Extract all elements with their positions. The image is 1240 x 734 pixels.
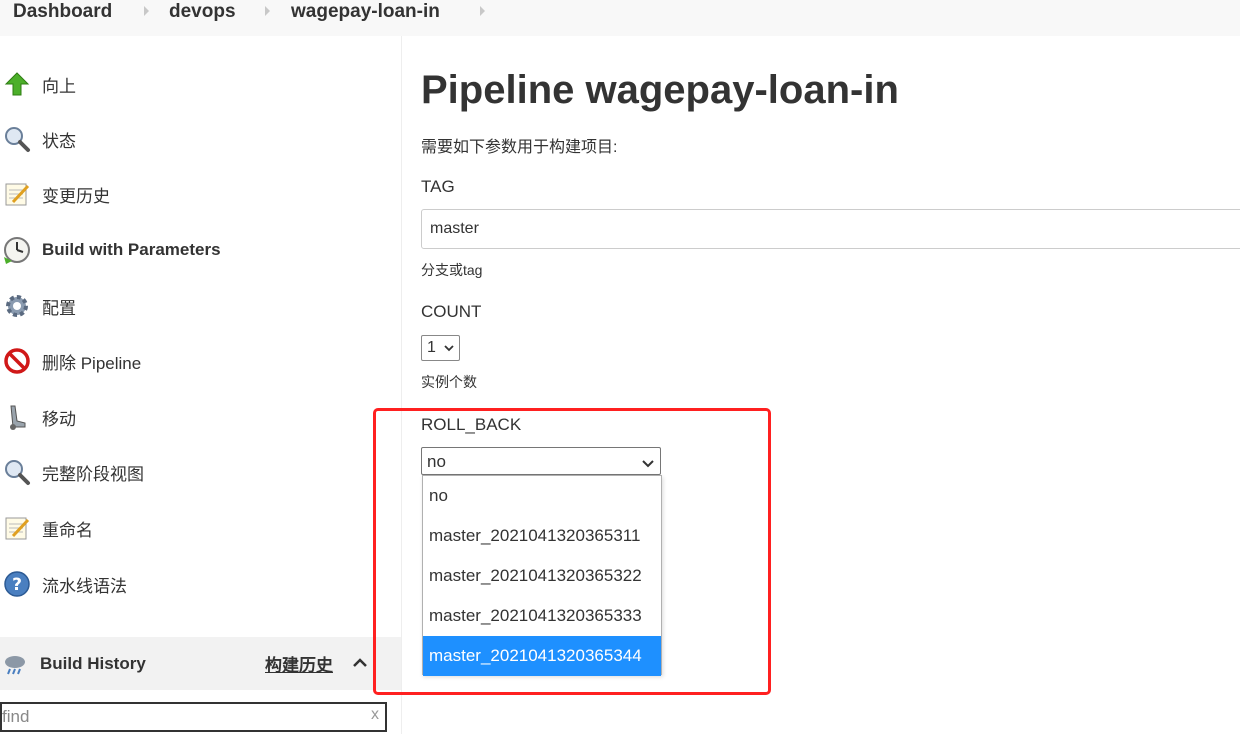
task-label: 重命名: [42, 520, 93, 540]
build-history-link[interactable]: 构建历史: [265, 651, 333, 676]
param-count-name: COUNT: [421, 302, 482, 321]
roll-back-dropdown: no master_2021041320365311 master_202104…: [422, 475, 662, 676]
up-arrow-icon: [2, 69, 32, 99]
task-pipeline-syntax[interactable]: ? 流水线语法: [0, 564, 390, 604]
task-changes[interactable]: 变更历史: [0, 174, 390, 214]
roll-back-select[interactable]: no: [421, 447, 661, 475]
find-field: x: [0, 702, 387, 732]
task-label: 状态: [42, 131, 76, 151]
breadcrumb-separator-icon[interactable]: [265, 6, 273, 16]
magnifier-icon: [2, 457, 32, 487]
task-full-stage-view[interactable]: 完整阶段视图: [0, 452, 390, 492]
clock-icon: [2, 235, 32, 265]
breadcrumb-job[interactable]: wagepay-loan-in: [291, 0, 440, 24]
dropdown-option[interactable]: master_2021041320365311: [423, 516, 661, 556]
dropdown-option[interactable]: master_2021041320365333: [423, 596, 661, 636]
notepad-icon: [2, 513, 32, 543]
build-history-header: Build History 构建历史: [0, 637, 401, 690]
task-label: 删除 Pipeline: [42, 353, 142, 373]
weather-icon: [2, 651, 28, 677]
chevron-down-icon: [641, 455, 655, 468]
task-label: 向上: [42, 76, 76, 96]
no-entry-icon: [2, 346, 32, 376]
roll-back-select-value: no: [427, 452, 446, 471]
help-icon: ?: [2, 569, 32, 599]
task-label: 配置: [42, 298, 76, 318]
task-status[interactable]: 状态: [0, 119, 390, 159]
dropdown-option[interactable]: no: [423, 476, 661, 516]
build-history-title: Build History: [40, 653, 146, 673]
page-title: Pipeline wagepay-loan-in: [421, 68, 899, 112]
move-icon: [2, 402, 32, 432]
main-panel: Pipeline wagepay-loan-in 需要如下参数用于构建项目: T…: [421, 36, 1240, 734]
task-label: 移动: [42, 409, 76, 429]
build-description: 需要如下参数用于构建项目:: [421, 139, 618, 156]
param-tag-description: 分支或tag: [421, 262, 483, 278]
find-input[interactable]: [2, 704, 362, 730]
gear-icon: [2, 291, 32, 321]
breadcrumb-dashboard[interactable]: Dashboard: [13, 0, 112, 24]
task-up[interactable]: 向上: [0, 64, 390, 104]
task-delete-pipeline[interactable]: 删除 Pipeline: [0, 341, 390, 381]
count-select[interactable]: 1: [421, 335, 460, 361]
dropdown-option-highlighted[interactable]: master_2021041320365344: [423, 636, 661, 676]
task-configure[interactable]: 配置: [0, 286, 390, 326]
side-panel: 向上 状态 变更历史 Build with Parameters 配置 删除 P…: [0, 36, 402, 734]
param-count-description: 实例个数: [421, 374, 477, 390]
task-label: 流水线语法: [42, 576, 127, 596]
magnifier-icon: [2, 124, 32, 154]
chevron-up-icon[interactable]: [350, 653, 370, 673]
task-build-with-parameters[interactable]: Build with Parameters: [0, 230, 390, 270]
clear-icon[interactable]: x: [371, 706, 379, 724]
task-rename[interactable]: 重命名: [0, 508, 390, 548]
notepad-icon: [2, 179, 32, 209]
task-label: 变更历史: [42, 186, 110, 206]
param-roll-back-name: ROLL_BACK: [421, 415, 522, 434]
svg-text:?: ?: [12, 575, 22, 595]
count-select-value: 1: [427, 339, 436, 356]
breadcrumb-separator-icon[interactable]: [144, 6, 152, 16]
breadcrumb-devops[interactable]: devops: [169, 0, 236, 24]
breadcrumb: Dashboard devops wagepay-loan-in: [0, 0, 1240, 36]
chevron-down-icon: [443, 341, 455, 353]
dropdown-option[interactable]: master_2021041320365322: [423, 556, 661, 596]
task-label: Build with Parameters: [42, 240, 221, 259]
task-label: 完整阶段视图: [42, 464, 144, 484]
param-tag-name: TAG: [421, 177, 455, 196]
breadcrumb-separator-icon[interactable]: [480, 6, 488, 16]
tag-input[interactable]: [421, 209, 1240, 249]
task-move[interactable]: 移动: [0, 397, 390, 437]
